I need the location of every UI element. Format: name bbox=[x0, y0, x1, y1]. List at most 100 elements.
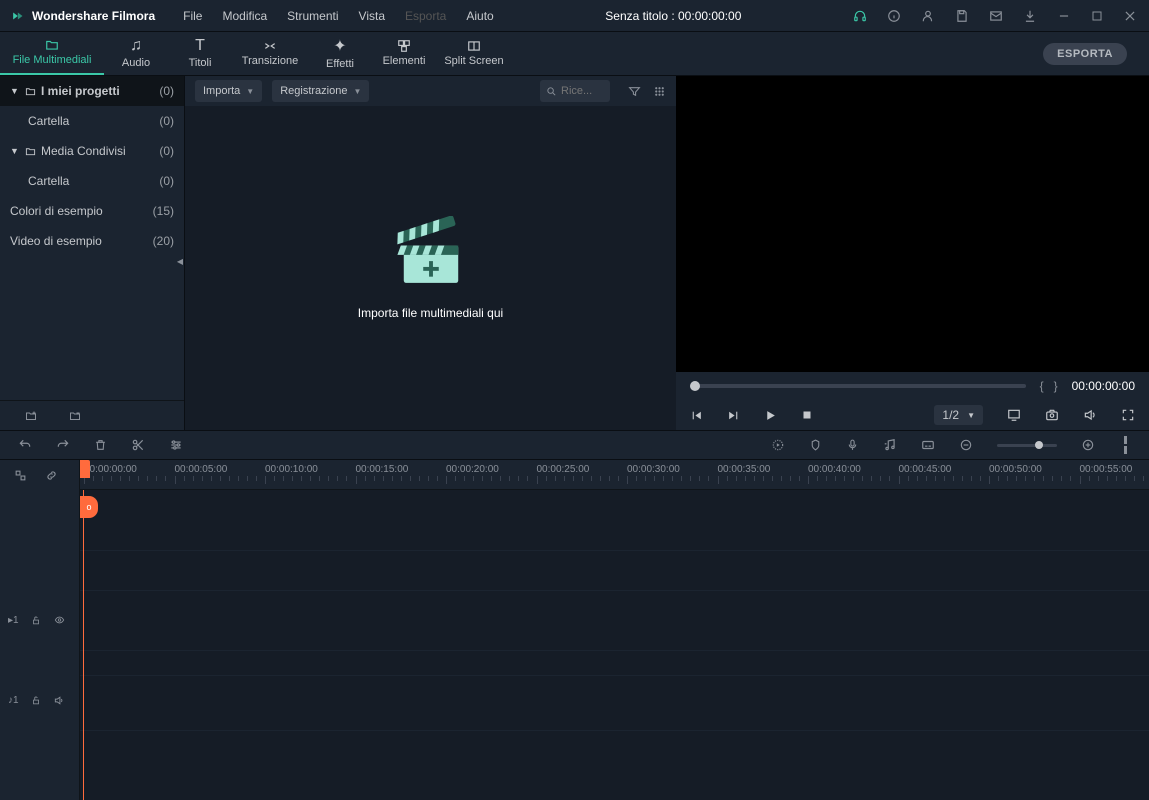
silence-detect-button[interactable] bbox=[1119, 436, 1131, 454]
match-icon[interactable] bbox=[14, 469, 27, 482]
timeline-toolbar bbox=[0, 430, 1149, 460]
sidebar-count: (0) bbox=[159, 144, 174, 158]
display-icon[interactable] bbox=[1007, 408, 1021, 422]
sidebar-item[interactable]: Video di esempio(20) bbox=[0, 226, 184, 256]
lock-icon[interactable] bbox=[31, 695, 41, 706]
zoom-slider[interactable] bbox=[997, 444, 1057, 447]
link-icon[interactable] bbox=[45, 469, 58, 482]
menu-export: Esporta bbox=[405, 9, 446, 23]
ruler-label: 00:00:45:00 bbox=[899, 464, 952, 475]
download-icon[interactable] bbox=[1023, 9, 1037, 23]
tab-media[interactable]: File Multimediali bbox=[0, 31, 104, 75]
main-row: ▼I miei progetti(0)Cartella(0)▼Media Con… bbox=[0, 76, 1149, 430]
sidebar-count: (20) bbox=[153, 234, 174, 248]
preview-buttons: 1/2 ▼ bbox=[676, 400, 1149, 430]
info-icon[interactable] bbox=[887, 9, 901, 23]
brace-right[interactable]: } bbox=[1054, 379, 1058, 393]
brace-left[interactable]: { bbox=[1040, 379, 1044, 393]
stop-button[interactable] bbox=[801, 409, 813, 421]
preview-scrubber-row: { } 00:00:00:00 bbox=[676, 372, 1149, 400]
grid-icon[interactable] bbox=[653, 85, 666, 98]
mute-icon[interactable] bbox=[53, 695, 65, 706]
close-icon[interactable] bbox=[1123, 9, 1137, 23]
quality-dropdown[interactable]: 1/2 ▼ bbox=[934, 405, 983, 425]
filter-icon[interactable] bbox=[628, 85, 641, 98]
tab-transition[interactable]: Transizione bbox=[232, 31, 308, 75]
import-dropdown[interactable]: Importa ▼ bbox=[195, 80, 262, 102]
mail-icon[interactable] bbox=[989, 9, 1003, 23]
export-button[interactable]: ESPORTA bbox=[1043, 43, 1127, 65]
sidebar-collapse-handle[interactable]: ◀ bbox=[175, 254, 185, 268]
tab-effects[interactable]: ✦ Effetti bbox=[308, 31, 372, 75]
settings-button[interactable] bbox=[169, 438, 183, 452]
caption-button[interactable] bbox=[921, 438, 935, 452]
audio-track-num: 1 bbox=[13, 695, 19, 706]
maximize-icon[interactable] bbox=[1091, 10, 1103, 22]
delete-folder-icon[interactable] bbox=[68, 410, 82, 422]
search-box[interactable] bbox=[540, 80, 610, 102]
timeline-left: ▸1 ♪1 bbox=[0, 460, 80, 800]
zoom-thumb[interactable] bbox=[1035, 441, 1043, 449]
menu-file[interactable]: File bbox=[183, 9, 202, 23]
fullscreen-icon[interactable] bbox=[1121, 408, 1135, 422]
marker-button[interactable] bbox=[809, 438, 822, 452]
playhead[interactable] bbox=[83, 490, 84, 800]
volume-icon[interactable] bbox=[1083, 408, 1097, 422]
title-icons bbox=[853, 9, 1137, 23]
sidebar-item[interactable]: Cartella(0) bbox=[0, 166, 184, 196]
video-track-head[interactable]: ▸1 bbox=[0, 608, 80, 632]
elements-icon bbox=[396, 39, 412, 53]
snapshot-icon[interactable] bbox=[1045, 408, 1059, 422]
play-button[interactable] bbox=[764, 409, 777, 422]
tab-media-label: File Multimediali bbox=[13, 54, 92, 66]
account-icon[interactable] bbox=[921, 9, 935, 23]
menu-edit[interactable]: Modifica bbox=[222, 9, 267, 23]
tab-elements[interactable]: Elementi bbox=[372, 31, 436, 75]
undo-button[interactable] bbox=[18, 438, 32, 452]
prev-frame-button[interactable] bbox=[690, 409, 703, 422]
menubar: File Modifica Strumenti Vista Esporta Ai… bbox=[183, 9, 494, 23]
cut-button[interactable] bbox=[131, 438, 145, 452]
tab-split[interactable]: Split Screen bbox=[436, 31, 512, 75]
tab-audio[interactable]: ♫ Audio bbox=[104, 31, 168, 75]
eye-icon[interactable] bbox=[53, 615, 66, 625]
headphones-icon[interactable] bbox=[853, 9, 867, 23]
lock-icon[interactable] bbox=[31, 615, 41, 626]
zoom-out-button[interactable] bbox=[959, 438, 973, 452]
scrubber-thumb[interactable] bbox=[690, 381, 700, 391]
minimize-icon[interactable] bbox=[1057, 9, 1071, 23]
new-folder-icon[interactable] bbox=[24, 410, 38, 422]
preview-scrubber[interactable] bbox=[690, 384, 1026, 388]
next-frame-button[interactable] bbox=[727, 409, 740, 422]
import-prompt: Importa file multimediali qui bbox=[358, 306, 503, 320]
media-dropzone[interactable]: Importa file multimediali qui bbox=[185, 106, 676, 430]
audio-track-head[interactable]: ♪1 bbox=[0, 688, 80, 712]
ruler-label: 00:00:40:00 bbox=[808, 464, 861, 475]
sidebar-item[interactable]: Cartella(0) bbox=[0, 106, 184, 136]
timeline-ruler[interactable]: 00:00:00:0000:00:05:0000:00:10:0000:00:1… bbox=[80, 460, 1149, 490]
sidebar-item[interactable]: ▼Media Condivisi(0) bbox=[0, 136, 184, 166]
save-icon[interactable] bbox=[955, 9, 969, 23]
tab-titles[interactable]: T Titoli bbox=[168, 31, 232, 75]
timeline-body[interactable]: o bbox=[80, 490, 1149, 800]
audio-track-icon: ♪1 bbox=[8, 695, 19, 706]
trash-button[interactable] bbox=[94, 438, 107, 452]
render-button[interactable] bbox=[771, 438, 785, 452]
playhead-handle[interactable] bbox=[80, 460, 90, 478]
preview-viewport[interactable] bbox=[676, 76, 1149, 372]
search-input[interactable] bbox=[561, 85, 601, 97]
sidebar-item[interactable]: ▼I miei progetti(0) bbox=[0, 76, 184, 106]
sidebar-item[interactable]: Colori di esempio(15) bbox=[0, 196, 184, 226]
record-dropdown[interactable]: Registrazione ▼ bbox=[272, 80, 369, 102]
zoom-in-button[interactable] bbox=[1081, 438, 1095, 452]
tab-titles-label: Titoli bbox=[189, 57, 212, 69]
audio-mixer-button[interactable] bbox=[883, 438, 897, 452]
app-logo: Wondershare Filmora bbox=[12, 9, 155, 23]
quality-label: 1/2 bbox=[942, 408, 959, 422]
menu-tools[interactable]: Strumenti bbox=[287, 9, 338, 23]
menu-view[interactable]: Vista bbox=[359, 9, 385, 23]
sidebar-label: Colori di esempio bbox=[10, 204, 103, 218]
redo-button[interactable] bbox=[56, 438, 70, 452]
voiceover-button[interactable] bbox=[846, 438, 859, 452]
menu-help[interactable]: Aiuto bbox=[466, 9, 493, 23]
